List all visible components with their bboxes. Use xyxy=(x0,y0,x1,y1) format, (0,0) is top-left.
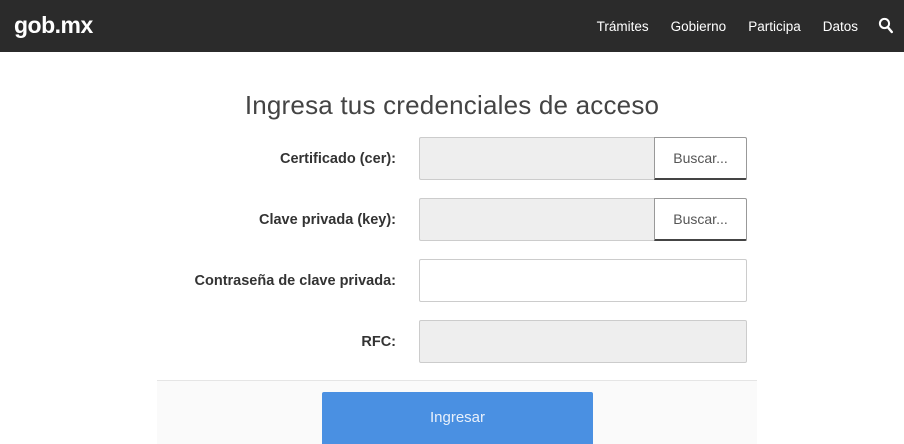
clave-label: Clave privada (key): xyxy=(258,212,396,228)
rfc-row: RFC: xyxy=(0,320,904,364)
password-row: Contraseña de clave privada: xyxy=(0,259,904,303)
certificado-row: Certificado (cer): Buscar... xyxy=(0,137,904,181)
certificado-file-input[interactable] xyxy=(419,137,655,180)
nav-gobierno[interactable]: Gobierno xyxy=(671,19,727,34)
clave-row: Clave privada (key): Buscar... xyxy=(0,198,904,242)
certificado-browse-button[interactable]: Buscar... xyxy=(654,137,747,180)
password-input[interactable] xyxy=(419,259,747,302)
nav-tramites[interactable]: Trámites xyxy=(597,19,649,34)
clave-file-input[interactable] xyxy=(419,198,655,241)
certificado-label: Certificado (cer): xyxy=(279,151,396,167)
search-icon[interactable] xyxy=(878,17,894,35)
clave-browse-button[interactable]: Buscar... xyxy=(654,198,747,241)
ingresar-button[interactable]: Ingresar xyxy=(322,392,593,444)
page-title: Ingresa tus credenciales de acceso xyxy=(244,90,660,120)
password-label: Contraseña de clave privada: xyxy=(194,273,396,289)
nav-datos[interactable]: Datos xyxy=(823,19,858,34)
nav-links: Trámites Gobierno Participa Datos xyxy=(575,0,894,52)
rfc-label: RFC: xyxy=(361,334,396,350)
top-navbar: gob.mx Trámites Gobierno Participa Datos xyxy=(0,0,904,52)
gobmx-logo[interactable]: gob.mx xyxy=(14,13,93,37)
rfc-input[interactable] xyxy=(419,320,747,363)
nav-participa[interactable]: Participa xyxy=(748,19,801,34)
